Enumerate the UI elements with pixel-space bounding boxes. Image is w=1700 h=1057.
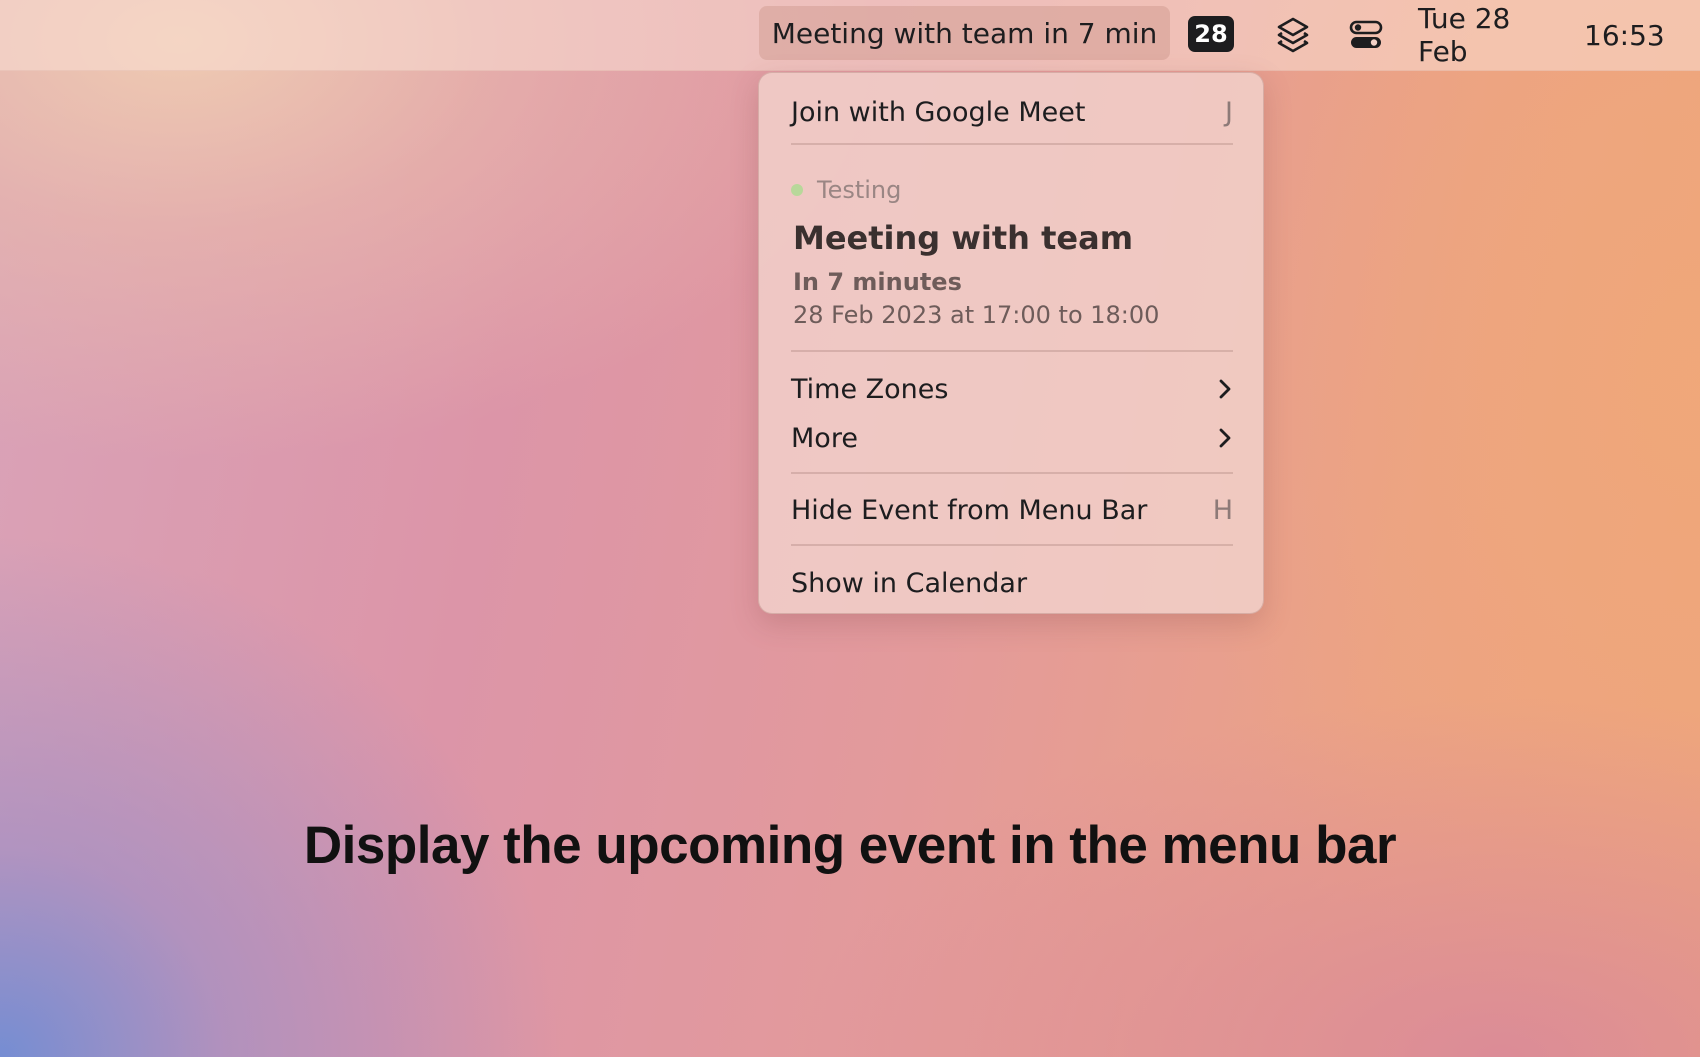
menu-bar-clock[interactable]: 16:53	[1584, 0, 1684, 70]
menu-bar-event-label: Meeting with team in 7 min	[771, 16, 1158, 50]
calendar-color-dot-icon	[791, 184, 803, 196]
show-in-calendar-label: Show in Calendar	[791, 567, 1028, 599]
menu-bar-time-text: 16:53	[1584, 18, 1665, 52]
join-shortcut: J	[1225, 96, 1233, 128]
menu-bar-upcoming-event[interactable]: Meeting with team in 7 min	[759, 6, 1170, 60]
event-relative-time: In 7 minutes	[793, 268, 962, 296]
desktop: Meeting with team in 7 min 28 Tue 28 Feb	[0, 0, 1700, 1057]
menu-bar: Meeting with team in 7 min 28 Tue 28 Feb	[0, 0, 1700, 71]
chevron-right-icon	[1219, 379, 1231, 399]
menu-separator	[791, 350, 1233, 352]
layers-icon[interactable]	[1272, 0, 1314, 70]
calendar-badge-icon[interactable]: 28	[1188, 16, 1234, 52]
promo-caption: Display the upcoming event in the menu b…	[303, 816, 1397, 875]
join-google-meet-item[interactable]: Join with Google Meet J	[791, 90, 1233, 134]
control-center-toggle-icon[interactable]	[1346, 0, 1386, 70]
more-label: More	[791, 422, 858, 454]
menu-separator	[791, 544, 1233, 546]
layers-icon-graphic	[1277, 17, 1309, 53]
chevron-right-icon	[1219, 428, 1231, 448]
event-dropdown-menu: Join with Google Meet J Testing Meeting …	[758, 72, 1264, 614]
calendar-badge-day: 28	[1194, 20, 1228, 48]
hide-shortcut: H	[1212, 494, 1233, 526]
menu-separator	[791, 472, 1233, 474]
menu-bar-date[interactable]: Tue 28 Feb	[1418, 0, 1568, 70]
menu-bar-date-text: Tue 28 Feb	[1418, 2, 1511, 68]
more-submenu-item[interactable]: More	[791, 416, 1233, 460]
calendar-name-text: Testing	[817, 176, 902, 204]
event-title: Meeting with team	[793, 219, 1134, 257]
time-zones-submenu-item[interactable]: Time Zones	[791, 367, 1233, 411]
menu-separator	[791, 143, 1233, 145]
time-zones-label: Time Zones	[791, 373, 949, 405]
event-calendar-name: Testing	[791, 173, 901, 207]
show-in-calendar-item[interactable]: Show in Calendar	[791, 561, 1233, 605]
hide-event-label: Hide Event from Menu Bar	[791, 494, 1148, 526]
control-center-icon-graphic	[1349, 20, 1383, 48]
join-google-meet-label: Join with Google Meet	[791, 96, 1086, 128]
event-datetime: 28 Feb 2023 at 17:00 to 18:00	[793, 301, 1160, 329]
hide-event-item[interactable]: Hide Event from Menu Bar H	[791, 488, 1233, 532]
